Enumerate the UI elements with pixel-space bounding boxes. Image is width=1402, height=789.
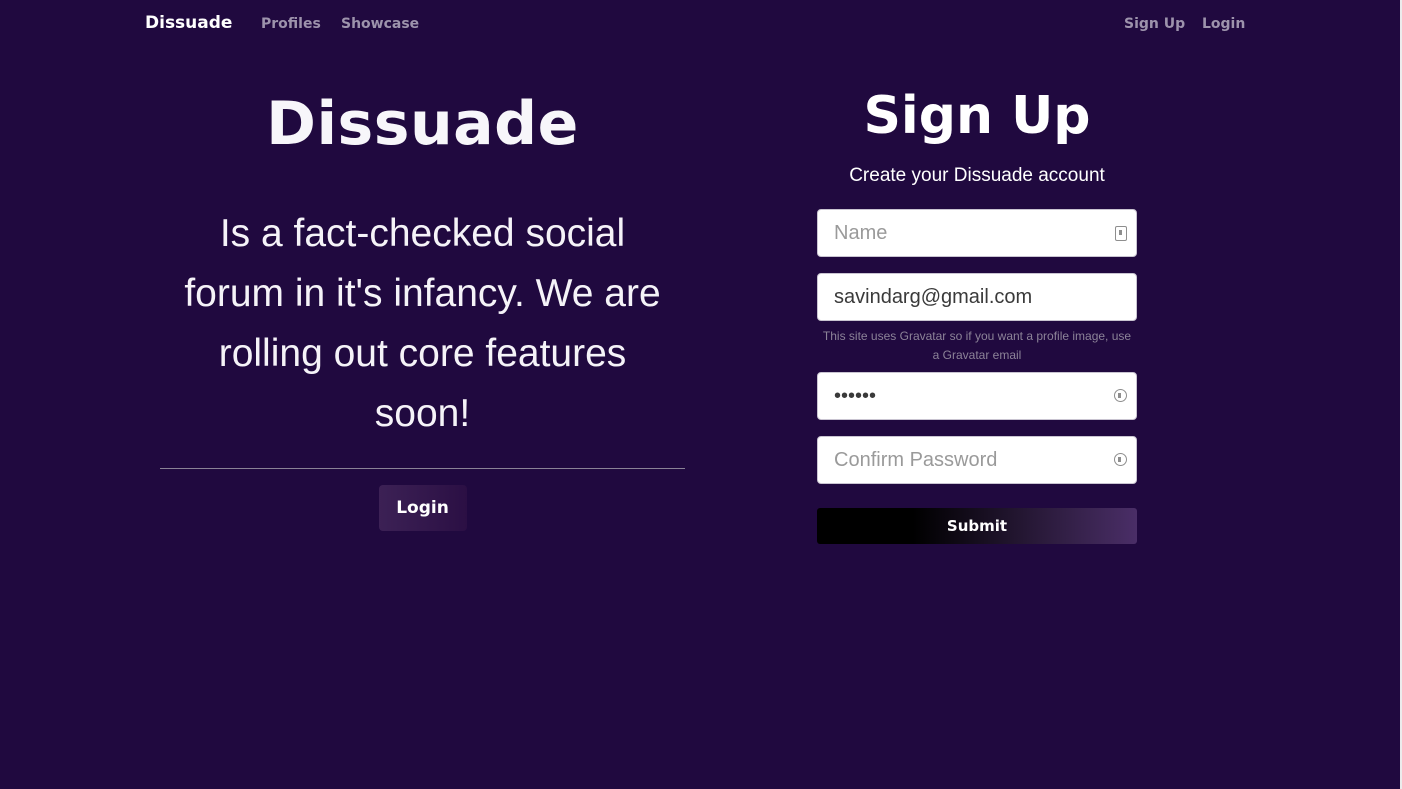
hero-login-button[interactable]: Login xyxy=(378,485,467,531)
hero-divider xyxy=(160,468,685,469)
confirm-password-field xyxy=(817,436,1137,484)
email-input[interactable] xyxy=(818,274,1136,320)
nav-profiles-link[interactable]: Profiles xyxy=(261,16,321,32)
key-icon[interactable] xyxy=(1114,453,1127,466)
brand-link[interactable]: Dissuade xyxy=(145,13,232,33)
nav-signup-link[interactable]: Sign Up xyxy=(1124,16,1185,32)
name-field xyxy=(817,209,1137,257)
hero-title: Dissuade xyxy=(266,89,579,159)
name-input[interactable] xyxy=(818,210,1136,256)
signup-lead: Create your Dissuade account xyxy=(849,165,1105,186)
contact-card-icon xyxy=(1115,226,1127,241)
key-icon[interactable] xyxy=(1114,389,1127,402)
hero-section: Dissuade Is a fact-checked social forum … xyxy=(160,80,685,531)
password-field xyxy=(817,372,1137,420)
password-input[interactable] xyxy=(818,373,1136,419)
confirm-password-input[interactable] xyxy=(818,437,1136,483)
nav-login-link[interactable]: Login xyxy=(1202,16,1245,32)
submit-button[interactable]: Submit xyxy=(817,508,1137,544)
email-field xyxy=(817,273,1137,321)
nav-showcase-link[interactable]: Showcase xyxy=(341,16,419,32)
signup-title: Sign Up xyxy=(863,86,1091,146)
email-help-text: This site uses Gravatar so if you want a… xyxy=(822,329,1132,362)
signup-form: This site uses Gravatar so if you want a… xyxy=(817,209,1137,544)
hero-description: Is a fact-checked social forum in it's i… xyxy=(184,212,661,435)
signup-section: Sign Up Create your Dissuade account Thi… xyxy=(817,80,1137,544)
navbar: Dissuade Profiles Showcase Sign Up Login xyxy=(0,0,1402,50)
